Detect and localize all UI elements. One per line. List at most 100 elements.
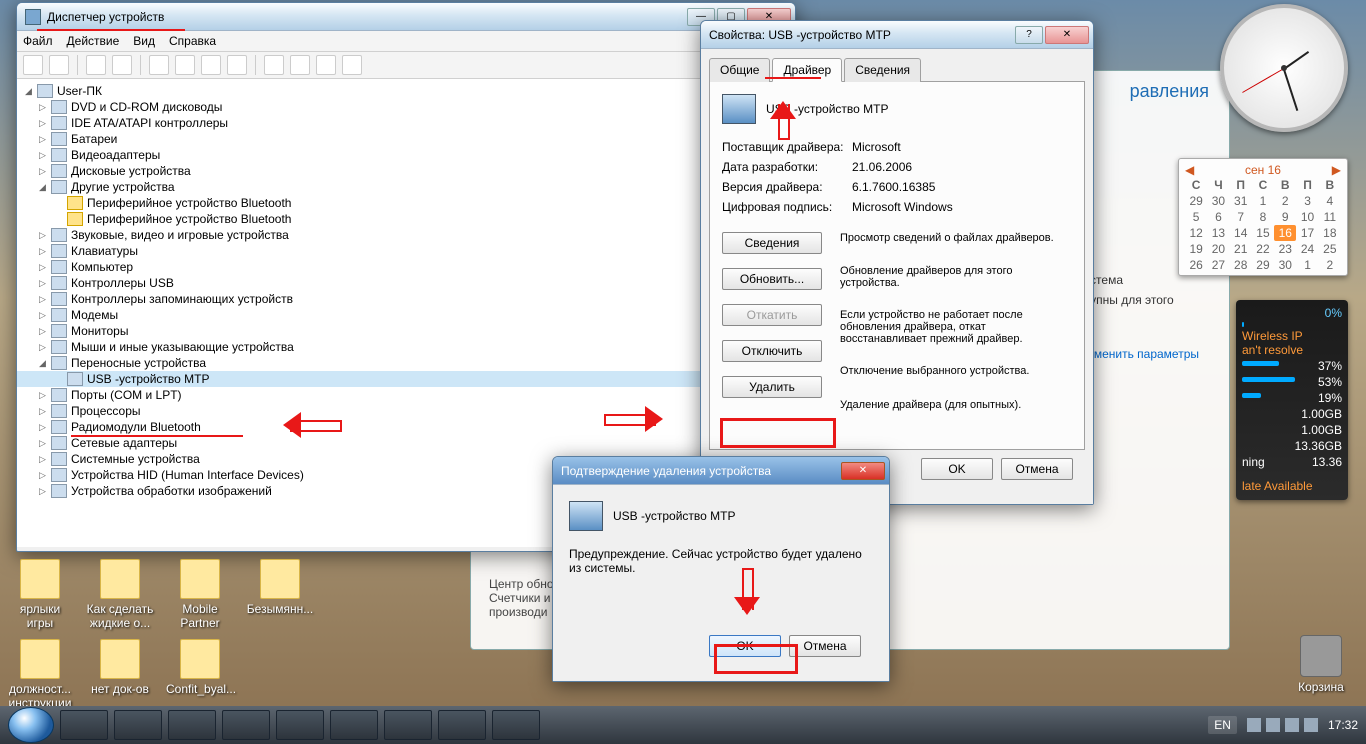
tree-node-bt1[interactable]: Периферийное устройство Bluetooth [17,195,795,211]
driver-update-button[interactable]: Обновить... [722,268,822,290]
tree-node[interactable]: ◢Другие устройства [17,179,795,195]
close-button[interactable]: ✕ [841,462,885,480]
tray-icon[interactable] [1285,718,1299,732]
menu-action[interactable]: Действие [67,34,120,48]
tree-node-portable[interactable]: ◢Переносные устройства [17,355,795,371]
tree-node[interactable]: ▷IDE ATA/ATAPI контроллеры [17,115,795,131]
tree-node[interactable]: ▷Клавиатуры [17,243,795,259]
desc-disable: Отключение выбранного устройства. [840,365,1072,378]
tray-icon[interactable] [1304,718,1318,732]
desktop-icon[interactable]: должност... инструкции [2,635,78,714]
toolbar-btn[interactable] [149,55,169,75]
taskbar-item[interactable] [60,710,108,740]
device-icon [569,501,603,531]
taskbar-item[interactable] [114,710,162,740]
toolbar-btn[interactable] [86,55,106,75]
tree-node[interactable]: ▷Модемы [17,307,795,323]
menu-help[interactable]: Справка [169,34,216,48]
tree-node-usb-mtp[interactable]: USB -устройство MTP [17,371,795,387]
devmgr-titlebar[interactable]: Диспетчер устройств — ▢ ✕ [17,3,795,31]
desktop-icon[interactable]: Mobile Partner [162,555,238,634]
desktop-icon[interactable]: ярлыки игры [2,555,78,634]
taskbar-item[interactable] [330,710,378,740]
menu-file[interactable]: Файл [23,34,53,48]
close-button[interactable]: ✕ [1045,26,1089,44]
toolbar-btn[interactable] [264,55,284,75]
control-panel-heading: равления [1130,81,1209,102]
properties-dialog: Свойства: USB -устройство MTP ? ✕ Общие … [700,20,1094,505]
props-title: Свойства: USB -устройство MTP [709,28,891,42]
tray-icon[interactable] [1247,718,1261,732]
taskbar: EN 17:32 [0,706,1366,744]
tree-node[interactable]: ▷Батареи [17,131,795,147]
sidebar-link[interactable]: производи [489,605,554,619]
toolbar-fwd[interactable] [49,55,69,75]
clock[interactable]: 17:32 [1328,718,1358,732]
toolbar-btn[interactable] [112,55,132,75]
props-ok-button[interactable]: OK [921,458,993,480]
toolbar-btn[interactable] [201,55,221,75]
menu-view[interactable]: Вид [133,34,155,48]
tree-node[interactable]: ▷Звуковые, видео и игровые устройства [17,227,795,243]
tree-node[interactable]: ▷Компьютер [17,259,795,275]
toolbar-btn[interactable] [175,55,195,75]
toolbar-back[interactable] [23,55,43,75]
taskbar-item[interactable] [168,710,216,740]
tree-node-bt2[interactable]: Периферийное устройство Bluetooth [17,211,795,227]
tree-node[interactable]: ▷Сетевые адаптеры [17,435,795,451]
calendar-grid: СЧПСВПВ 2930311234 567891011 12131415161… [1185,177,1341,273]
driver-disable-button[interactable]: Отключить [722,340,822,362]
network-gadget[interactable]: 0% Wireless IP an't resolve 37% 53% 19% … [1236,300,1348,500]
tree-node[interactable]: ▷Контроллеры USB [17,275,795,291]
net-wifi: Wireless IP [1242,329,1342,343]
tray-icon[interactable] [1266,718,1280,732]
desktop-icon[interactable]: Как сделать жидкие о... [82,555,158,634]
driver-details-button[interactable]: Сведения [722,232,822,254]
tree-node[interactable]: ▷Дисковые устройства [17,163,795,179]
help-button[interactable]: ? [1015,26,1043,44]
confirm-cancel-button[interactable]: Отмена [789,635,861,657]
tree-node[interactable]: ▷Радиомодули Bluetooth [17,419,795,435]
toolbar-btn[interactable] [342,55,362,75]
confirm-titlebar[interactable]: Подтверждение удаления устройства ✕ [553,457,889,485]
language-indicator[interactable]: EN [1208,716,1237,734]
recycle-bin[interactable]: Корзина [1286,635,1356,694]
confirm-device-name: USB -устройство MTP [613,509,736,523]
tree-node[interactable]: ▷DVD и CD-ROM дисководы [17,99,795,115]
label-date: Дата разработки: [722,160,852,174]
tree-node[interactable]: ▷Контроллеры запоминающих устройств [17,291,795,307]
confirm-ok-button[interactable]: OK [709,635,781,657]
label-vendor: Поставщик драйвера: [722,140,852,154]
taskbar-item[interactable] [492,710,540,740]
tab-general[interactable]: Общие [709,58,770,82]
tree-root[interactable]: ◢User-ПК [17,83,795,99]
annotation-underline-mtp [71,435,243,437]
taskbar-item[interactable] [276,710,324,740]
tab-details[interactable]: Сведения [844,58,921,82]
driver-remove-button[interactable]: Удалить [722,376,822,398]
props-titlebar[interactable]: Свойства: USB -устройство MTP ? ✕ [701,21,1093,49]
toolbar-btn[interactable] [290,55,310,75]
tree-node[interactable]: ▷Процессоры [17,403,795,419]
tree-node[interactable]: ▷Мониторы [17,323,795,339]
desktop-icon[interactable]: Безымянн... [242,555,318,634]
start-button[interactable] [8,707,54,743]
device-icon [722,94,756,124]
desktop-icon[interactable]: Confit_byal... [162,635,238,714]
clock-gadget[interactable] [1220,4,1348,132]
taskbar-item[interactable] [222,710,270,740]
sidebar-link[interactable]: Центр обно [489,577,554,591]
tree-node[interactable]: ▷Видеоадаптеры [17,147,795,163]
taskbar-item[interactable] [384,710,432,740]
tree-node[interactable]: ▷Порты (COM и LPT) [17,387,795,403]
toolbar-btn[interactable] [227,55,247,75]
toolbar-btn[interactable] [316,55,336,75]
desktop-icon[interactable]: нет док-ов [82,635,158,714]
props-cancel-button[interactable]: Отмена [1001,458,1073,480]
sidebar-link[interactable]: Счетчики и [489,591,554,605]
annotation-arrow-up [770,88,796,140]
taskbar-item[interactable] [438,710,486,740]
calendar-month: сен 16 [1245,163,1281,177]
calendar-gadget[interactable]: ◀сен 16▶ СЧПСВПВ 2930311234 567891011 12… [1178,158,1348,276]
tree-node[interactable]: ▷Мыши и иные указывающие устройства [17,339,795,355]
